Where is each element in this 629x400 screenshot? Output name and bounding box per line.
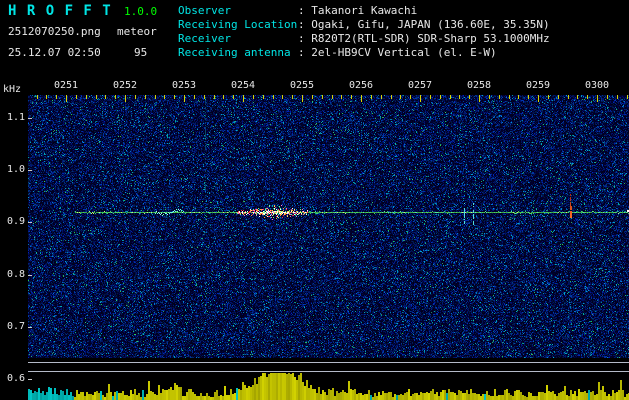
output-filename: 2512070250.png	[8, 25, 101, 38]
info-label: Receiving antenna	[178, 46, 291, 59]
x-tick-label: 0256	[348, 80, 374, 91]
observation-mode: meteor	[117, 25, 157, 38]
y-tick-label: 1.0	[6, 164, 25, 175]
x-tick-label: 0259	[525, 80, 551, 91]
x-tick-label: 0251	[53, 80, 79, 91]
hrofft-output-screen: H R O F F T 1.0.0 2512070250.png meteor …	[0, 0, 629, 400]
info-label: Receiving Location	[178, 18, 298, 31]
x-tick-label: 0253	[171, 80, 197, 91]
x-tick-label: 0252	[112, 80, 138, 91]
spectrogram-canvas	[28, 95, 629, 358]
info-value: : 2el-HB9CV Vertical (el. E-W)	[298, 46, 497, 59]
info-row: Receiver : R820T2(RTL-SDR) SDR-Sharp 53.1…	[178, 32, 550, 46]
observation-datetime: 25.12.07 02:50	[8, 46, 101, 59]
info-row: Receiving antenna : 2el-HB9CV Vertical (e…	[178, 46, 550, 60]
x-tick-label: 0255	[289, 80, 315, 91]
app-version: 1.0.0	[124, 5, 158, 18]
x-tick-label: 0254	[230, 80, 256, 91]
info-value: : R820T2(RTL-SDR) SDR-Sharp 53.1000MHz	[298, 32, 550, 45]
y-tick-label: 0.6	[6, 373, 25, 384]
x-tick-label: 0257	[407, 80, 433, 91]
y-tick-label: 1.1	[6, 112, 25, 123]
echo-count: 95	[134, 46, 148, 59]
observer-info-block: Observer : Takanori Kawachi Receiving Loca…	[178, 4, 550, 60]
info-label: Observer	[178, 4, 231, 17]
info-row: Observer : Takanori Kawachi	[178, 4, 550, 18]
app-title: H R O F F T	[8, 3, 112, 19]
y-tick-label: 0.7	[6, 321, 25, 332]
info-row: Receiving Location: Ogaki, Gifu, JAPAN (…	[178, 18, 550, 32]
y-tick-label: 0.9	[6, 216, 25, 227]
signal-level-strip-canvas	[28, 358, 629, 400]
info-value: : Ogaki, Gifu, JAPAN (136.60E, 35.35N)	[298, 18, 550, 31]
y-tick-label: 0.8	[6, 269, 25, 280]
x-tick-label: 0300	[584, 80, 610, 91]
y-axis-unit-label: kHz	[3, 84, 22, 95]
info-value: : Takanori Kawachi	[298, 4, 418, 17]
info-label: Receiver	[178, 32, 231, 45]
x-tick-label: 0258	[466, 80, 492, 91]
